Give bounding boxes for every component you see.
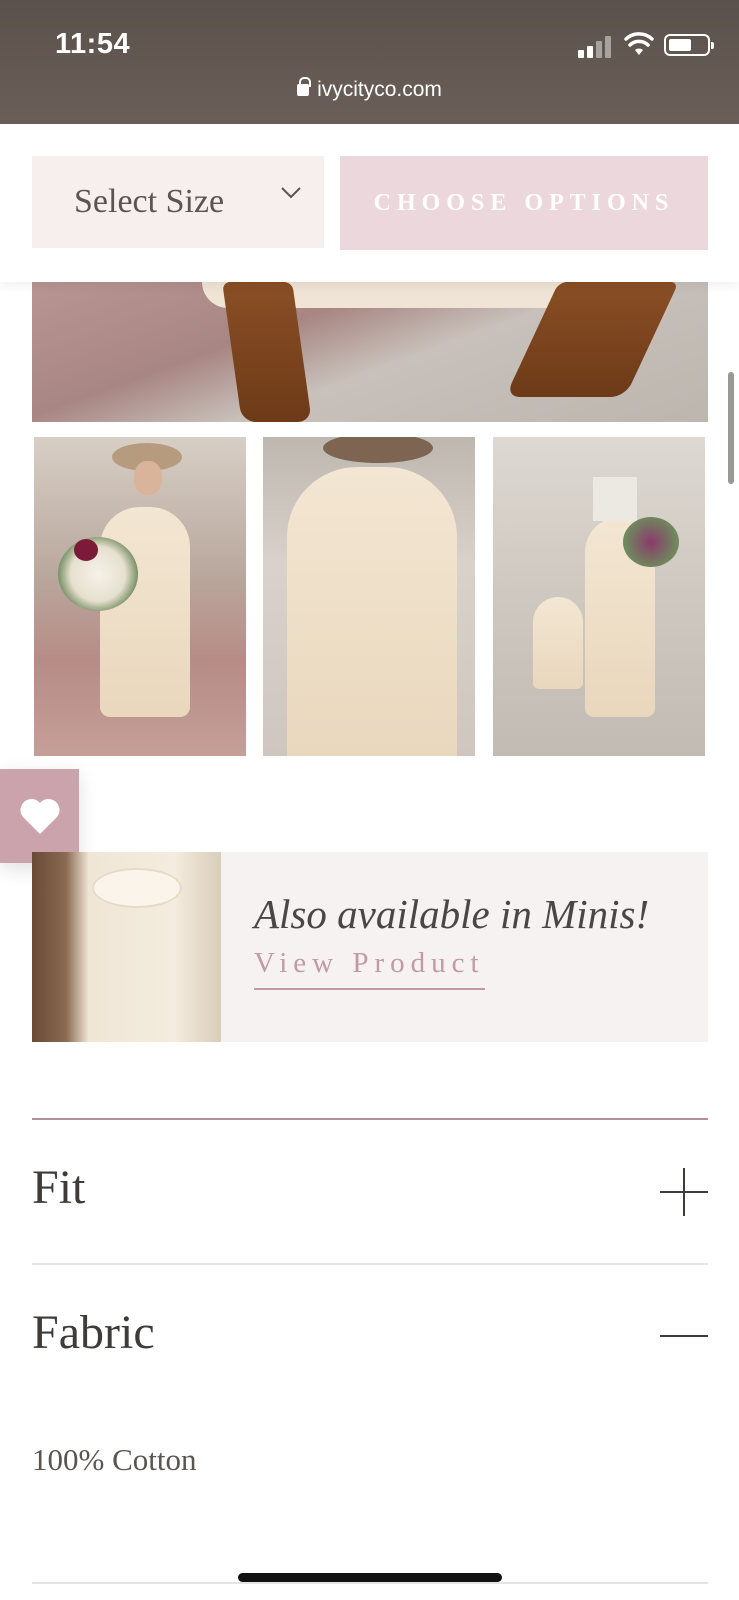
wifi-icon	[624, 32, 654, 55]
minis-text: Also available in Minis!	[254, 891, 650, 937]
bouquet	[623, 517, 679, 567]
purchase-option-bar: Select Size CHOOSE OPTIONS	[0, 124, 739, 282]
accordion-bottom-divider	[32, 1582, 708, 1584]
status-bar: 11:54 ivycityco.com	[0, 0, 739, 124]
fabric-content: 100% Cotton	[32, 1442, 197, 1477]
accordion-fit-title: Fit	[32, 1161, 86, 1214]
cellular-signal-icon	[578, 34, 614, 58]
product-thumbnail-2[interactable]	[263, 437, 475, 756]
address-bar[interactable]: ivycityco.com	[0, 77, 739, 102]
battery-icon	[664, 34, 714, 56]
chevron-down-icon	[281, 187, 301, 199]
child-dress	[533, 597, 583, 689]
page-scrollbar[interactable]	[728, 372, 734, 484]
minis-image[interactable]	[32, 852, 221, 1042]
accordion-top-divider	[32, 1118, 708, 1120]
product-thumbnail-1[interactable]	[34, 437, 246, 756]
face	[134, 461, 162, 495]
accordion-fabric-title: Fabric	[32, 1306, 155, 1359]
home-indicator[interactable]	[238, 1573, 502, 1582]
dress	[287, 467, 457, 756]
heart-icon	[19, 798, 60, 834]
product-image-main[interactable]	[32, 282, 708, 422]
minus-icon[interactable]	[660, 1335, 708, 1337]
bow	[92, 868, 182, 908]
size-select[interactable]: Select Size	[32, 156, 324, 248]
view-product-link[interactable]: View Product	[254, 947, 485, 990]
size-select-label: Select Size	[74, 183, 225, 220]
plus-icon[interactable]	[660, 1168, 708, 1216]
bouquet	[58, 537, 138, 611]
newspaper	[593, 477, 637, 521]
choose-options-button[interactable]: CHOOSE OPTIONS	[340, 156, 708, 250]
hat	[323, 437, 433, 463]
accordion-divider	[32, 1263, 708, 1265]
product-thumbnail-3[interactable]	[493, 437, 705, 756]
minis-banner: Also available in Minis! View Product	[32, 852, 708, 1042]
wishlist-button[interactable]	[0, 769, 79, 863]
status-time: 11:54	[55, 28, 131, 60]
url-text: ivycityco.com	[317, 78, 442, 101]
flower	[74, 539, 98, 561]
dress	[100, 507, 190, 717]
lock-icon	[297, 77, 312, 96]
